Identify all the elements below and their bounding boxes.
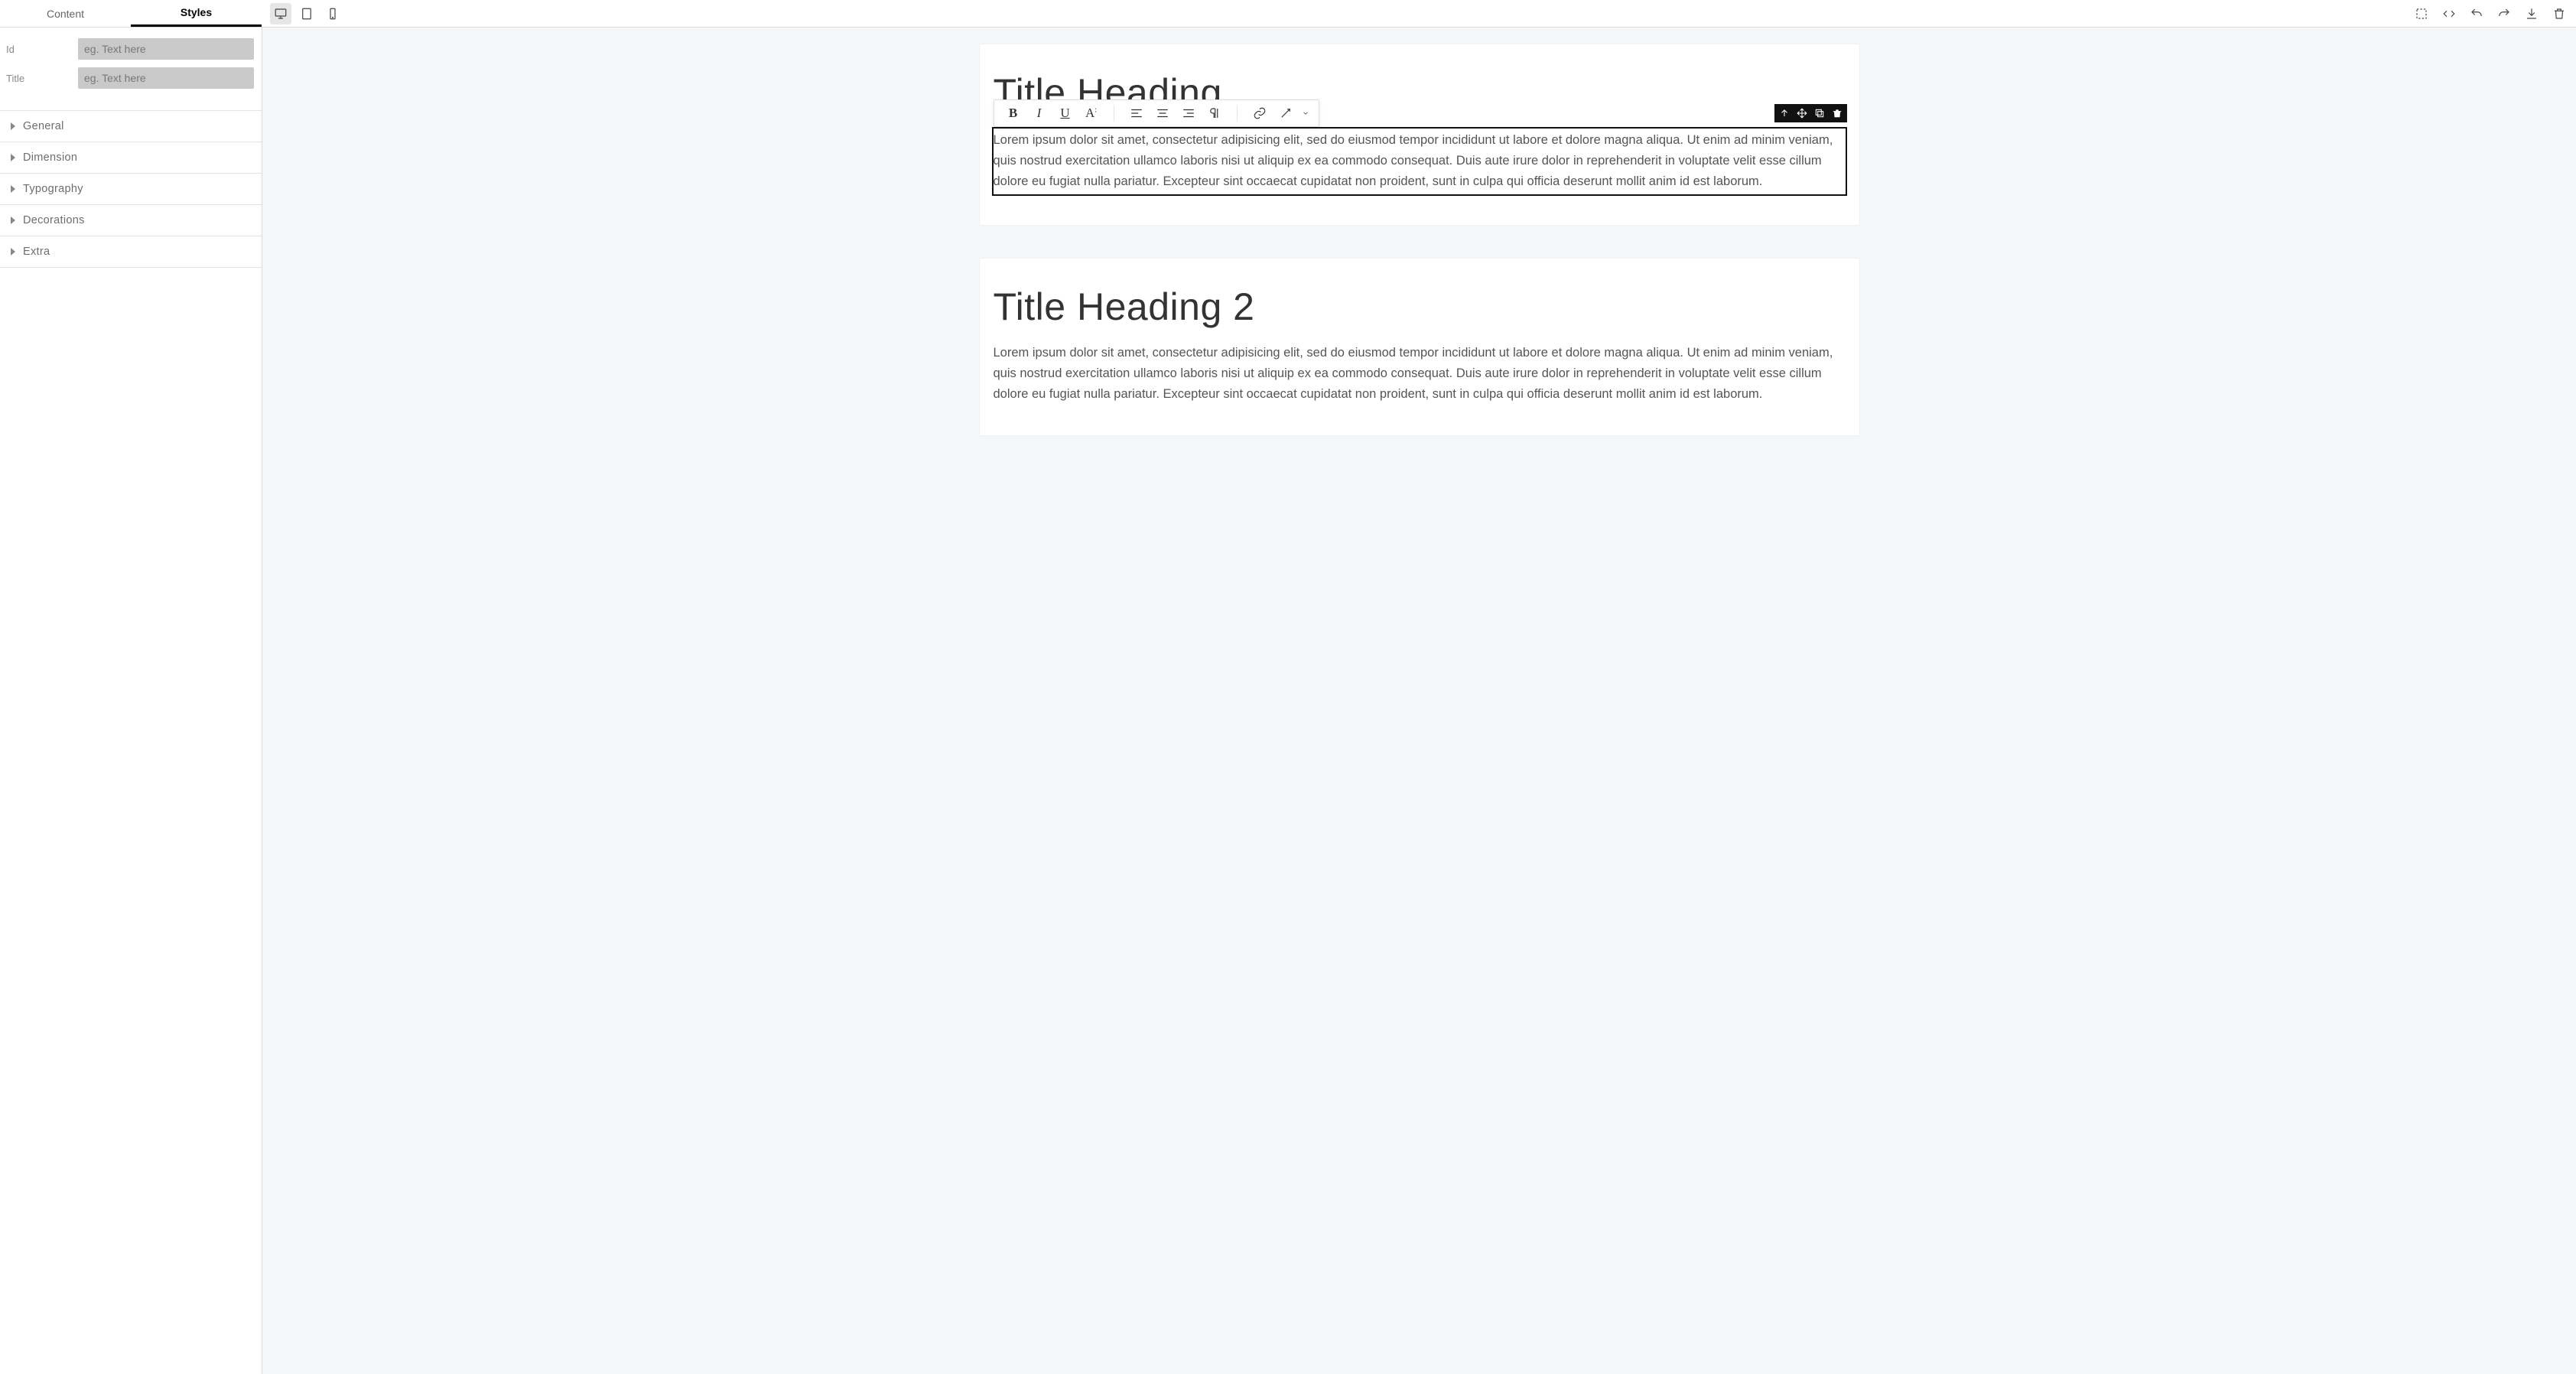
code-view-button[interactable]	[2438, 3, 2460, 24]
section-general[interactable]: General	[0, 111, 262, 142]
topbar-actions	[2411, 3, 2570, 24]
chevron-right-icon	[11, 248, 15, 256]
rte-wand-dropdown[interactable]	[1300, 102, 1311, 125]
title-input[interactable]	[78, 67, 254, 89]
rte-text-style-button[interactable]: A:	[1080, 102, 1103, 125]
mobile-icon	[326, 7, 340, 21]
trash-icon	[1832, 108, 1843, 119]
wand-icon	[1279, 106, 1293, 120]
delete-canvas-button[interactable]	[2548, 3, 2570, 24]
download-button[interactable]	[2521, 3, 2542, 24]
undo-icon	[2470, 7, 2483, 21]
delete-component-button[interactable]	[1829, 105, 1846, 122]
chevron-down-icon	[1302, 109, 1309, 117]
topbar	[0, 0, 2576, 28]
align-left-icon	[1130, 106, 1143, 120]
outline-icon	[2415, 7, 2428, 21]
style-accordion: General Dimension Typography Decorations…	[0, 110, 262, 268]
align-right-icon	[1182, 106, 1195, 120]
section-label: Dimension	[23, 151, 77, 164]
rte-paragraph-button[interactable]	[1203, 102, 1226, 125]
section-typography[interactable]: Typography	[0, 174, 262, 205]
device-switcher	[270, 3, 343, 24]
id-input[interactable]	[78, 38, 254, 60]
device-tablet-button[interactable]	[296, 3, 317, 24]
download-icon	[2525, 7, 2539, 21]
redo-button[interactable]	[2493, 3, 2515, 24]
canvas[interactable]: Title Heading B I U A:	[262, 28, 2576, 1374]
section-decorations[interactable]: Decorations	[0, 205, 262, 236]
rte-italic-button[interactable]: I	[1028, 102, 1051, 125]
align-center-icon	[1156, 106, 1169, 120]
italic-icon: I	[1037, 106, 1042, 121]
rte-link-button[interactable]	[1248, 102, 1271, 125]
link-icon	[1253, 106, 1267, 120]
text-style-icon: A:	[1085, 106, 1097, 121]
bold-icon: B	[1009, 106, 1017, 121]
section-label: Typography	[23, 183, 83, 195]
section-label: General	[23, 120, 64, 132]
trash-icon	[2552, 7, 2566, 21]
desktop-icon	[274, 7, 288, 21]
section-label: Extra	[23, 246, 50, 258]
sidebar-tabs: Content Styles	[0, 0, 262, 28]
rte-align-center-button[interactable]	[1151, 102, 1174, 125]
title-label: Title	[5, 73, 78, 84]
rte-bold-button[interactable]: B	[1002, 102, 1025, 125]
chevron-right-icon	[11, 154, 15, 161]
rte-align-left-button[interactable]	[1125, 102, 1148, 125]
rte-toolbar: B I U A:	[994, 99, 1319, 127]
card-2-body[interactable]: Lorem ipsum dolor sit amet, consectetur …	[994, 343, 1846, 405]
selection-toolbar	[1774, 104, 1847, 122]
sidebar: Content Styles Id Title General Dimensio…	[0, 28, 262, 1374]
device-mobile-button[interactable]	[322, 3, 343, 24]
section-dimension[interactable]: Dimension	[0, 142, 262, 174]
rte-wand-button[interactable]	[1274, 102, 1297, 125]
chevron-right-icon	[11, 122, 15, 130]
chevron-right-icon	[11, 217, 15, 224]
code-icon	[2442, 7, 2456, 21]
select-parent-button[interactable]	[1776, 105, 1793, 122]
card-2-title[interactable]: Title Heading 2	[994, 285, 1846, 329]
move-icon	[1797, 108, 1807, 119]
copy-icon	[1814, 108, 1825, 119]
section-label: Decorations	[23, 214, 85, 226]
section-extra[interactable]: Extra	[0, 236, 262, 268]
device-desktop-button[interactable]	[270, 3, 291, 24]
outline-toggle-button[interactable]	[2411, 3, 2432, 24]
rte-align-right-button[interactable]	[1177, 102, 1200, 125]
underline-icon: U	[1060, 106, 1069, 121]
id-label: Id	[5, 44, 78, 55]
paragraph-icon	[1208, 106, 1221, 120]
card-1[interactable]: Title Heading B I U A:	[980, 44, 1859, 225]
move-button[interactable]	[1794, 105, 1810, 122]
attribute-fields: Id Title	[0, 28, 262, 110]
rte-underline-button[interactable]: U	[1054, 102, 1077, 125]
copy-button[interactable]	[1811, 105, 1828, 122]
redo-icon	[2497, 7, 2511, 21]
chevron-right-icon	[11, 185, 15, 193]
tab-styles[interactable]: Styles	[131, 0, 262, 27]
undo-button[interactable]	[2466, 3, 2487, 24]
card-2[interactable]: Title Heading 2 Lorem ipsum dolor sit am…	[980, 259, 1859, 436]
tablet-icon	[300, 7, 314, 21]
tab-content[interactable]: Content	[0, 0, 131, 27]
arrow-up-icon	[1779, 108, 1790, 119]
card-1-body[interactable]: Lorem ipsum dolor sit amet, consectetur …	[994, 129, 1846, 194]
